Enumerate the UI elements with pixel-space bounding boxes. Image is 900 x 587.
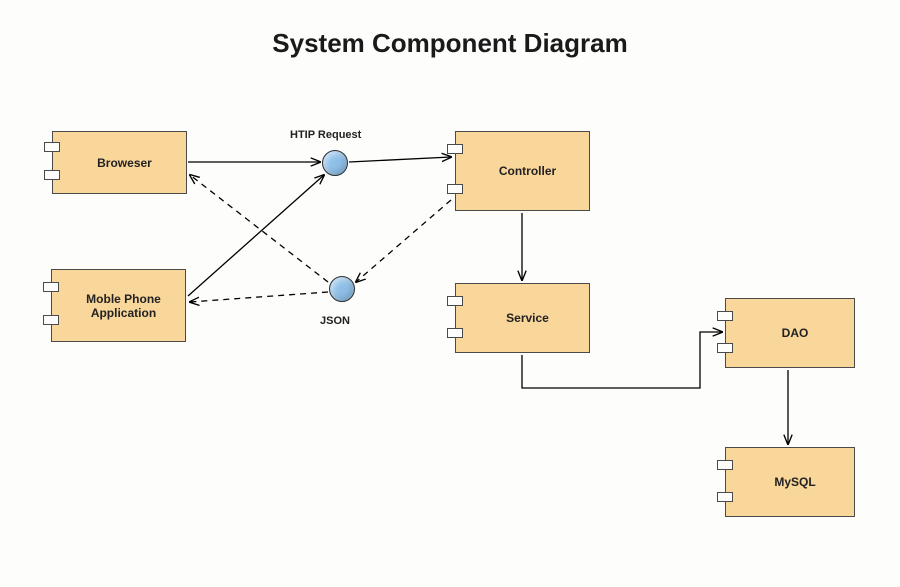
component-controller: Controller — [455, 131, 590, 211]
component-dao-label: DAO — [782, 326, 809, 340]
component-controller-label: Controller — [499, 164, 556, 178]
connector-json — [329, 276, 355, 302]
component-mysql: MySQL — [725, 447, 855, 517]
connector-http-request — [322, 150, 348, 176]
component-service-label: Service — [506, 311, 549, 325]
component-mobile-label: Moble Phone Application — [86, 292, 161, 320]
diagram-title: System Component Diagram — [0, 0, 900, 59]
component-dao: DAO — [725, 298, 855, 368]
component-mobile: Moble Phone Application — [51, 269, 186, 342]
connector-http-request-label: HTIP Request — [290, 129, 361, 141]
component-mysql-label: MySQL — [774, 475, 815, 489]
component-browser-label: Broweser — [97, 156, 152, 170]
connector-json-label: JSON — [320, 315, 350, 327]
component-service: Service — [455, 283, 590, 353]
component-browser: Broweser — [52, 131, 187, 194]
